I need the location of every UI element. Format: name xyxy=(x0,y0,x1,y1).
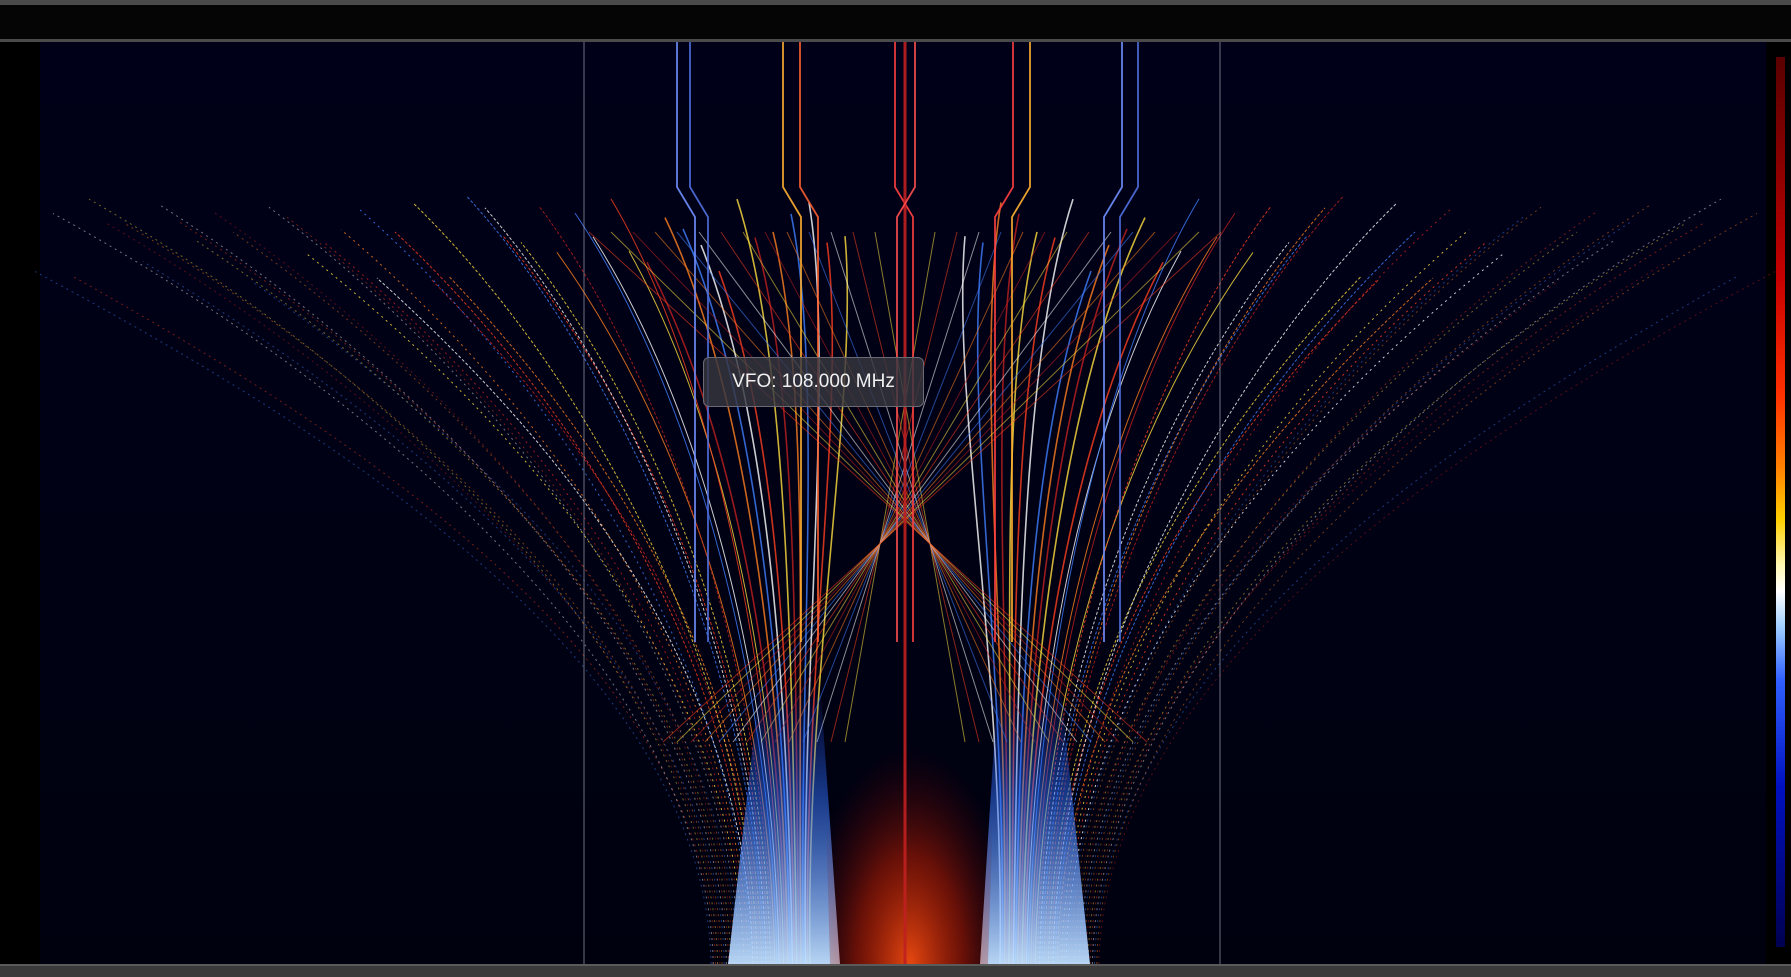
frequency-scale-bar[interactable] xyxy=(0,5,1791,42)
bottom-window-border xyxy=(0,964,1791,977)
waterfall-display[interactable]: VFO: 108.000 MHz xyxy=(0,42,1791,964)
vfo-tooltip: VFO: 108.000 MHz xyxy=(703,357,924,407)
vfo-frequency: 108.000 xyxy=(781,371,851,392)
vfo-unit: MHz xyxy=(855,371,895,392)
waterfall-canvas[interactable] xyxy=(0,42,1791,964)
vfo-label: VFO: xyxy=(732,371,777,392)
color-scale-bar xyxy=(1776,57,1785,947)
signal-core-center xyxy=(820,602,1000,964)
